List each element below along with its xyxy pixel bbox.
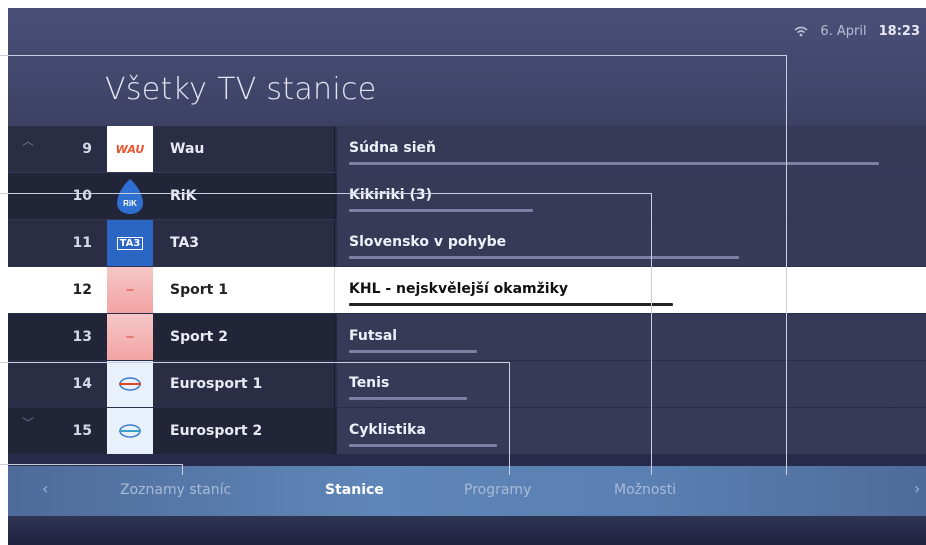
- channel-name: Eurosport 2: [170, 423, 263, 439]
- channel-row[interactable]: ︿ 9 WAU Wau Súdna sieň: [8, 126, 926, 172]
- program-progress: [349, 256, 739, 259]
- channel-logo-eurosport2: [107, 408, 153, 454]
- scroll-down-icon[interactable]: ﹀: [22, 414, 34, 431]
- scroll-up-icon[interactable]: ︿: [22, 132, 34, 149]
- bottom-glow: [8, 516, 926, 545]
- channel-logo-wau: WAU: [107, 126, 153, 172]
- program-progress: [349, 209, 533, 212]
- program-title: Kikiriki (3): [349, 187, 432, 203]
- column-divider: [334, 220, 335, 266]
- column-divider: [334, 267, 335, 313]
- channel-logo-sport2: ━━: [107, 314, 153, 360]
- program-title: Cyklistika: [349, 422, 426, 438]
- column-divider: [334, 126, 335, 172]
- tab-stations[interactable]: Stanice: [325, 482, 384, 498]
- column-divider: [334, 173, 335, 219]
- program-title: Futsal: [349, 328, 398, 344]
- channel-name: RiK: [170, 188, 197, 204]
- program-progress: [349, 162, 879, 165]
- channel-name: TA3: [170, 235, 200, 251]
- sport-logo-mark: ━━: [126, 333, 134, 341]
- channel-number: 9: [82, 141, 92, 157]
- callout-line: [509, 362, 510, 475]
- callout-line: [182, 464, 183, 475]
- top-bar: 6. April 18:23: [8, 8, 926, 58]
- program-progress: [349, 350, 477, 353]
- channel-number: 12: [72, 282, 92, 298]
- tab-station-lists[interactable]: Zoznamy staníc: [120, 482, 231, 498]
- channel-number: 14: [72, 376, 92, 392]
- channel-name: Sport 1: [170, 282, 228, 298]
- channel-logo-rik: RiK: [107, 173, 153, 219]
- channel-number: 13: [72, 329, 92, 345]
- program-title: Slovensko v pohybe: [349, 234, 507, 250]
- program-progress: [349, 397, 467, 400]
- channel-row[interactable]: 11 TA3 TA3 Slovensko v pohybe: [8, 220, 926, 266]
- channel-row[interactable]: 10 RiK RiK Kikiriki (3): [8, 173, 926, 219]
- channel-row[interactable]: ﹀ 15 Eurosport 2 Cyklistika: [8, 408, 926, 454]
- callout-line: [0, 362, 510, 363]
- callout-line: [0, 55, 787, 56]
- channel-name: Eurosport 1: [170, 376, 263, 392]
- channel-row-selected[interactable]: 12 ━━ Sport 1 KHL - nejskvělejší okamžik…: [8, 267, 926, 313]
- tab-programs[interactable]: Programy: [464, 482, 531, 498]
- column-divider: [334, 314, 335, 360]
- channel-logo-eurosport1: [107, 361, 153, 407]
- status-time: 18:23: [878, 24, 920, 39]
- channel-row[interactable]: 13 ━━ Sport 2 Futsal: [8, 314, 926, 360]
- callout-line: [651, 193, 652, 475]
- column-divider: [334, 408, 335, 454]
- channel-number: 11: [72, 235, 92, 251]
- svg-text:RiK: RiK: [123, 199, 137, 208]
- program-title: Tenis: [349, 375, 390, 391]
- channel-name: Wau: [170, 141, 205, 157]
- status-date: 6. April: [820, 24, 867, 39]
- wifi-icon: [794, 26, 808, 37]
- chevron-left-icon[interactable]: ‹: [42, 479, 48, 498]
- channel-number: 15: [72, 423, 92, 439]
- callout-line: [0, 193, 652, 194]
- channel-logo-sport1: ━━: [107, 267, 153, 313]
- callout-line: [0, 464, 183, 465]
- callout-line: [786, 55, 787, 475]
- channel-name: Sport 2: [170, 329, 228, 345]
- column-divider: [334, 361, 335, 407]
- program-cell: [337, 361, 926, 407]
- program-title: Súdna sieň: [349, 140, 436, 156]
- channel-number: 10: [72, 188, 92, 204]
- channel-list: ︿ 9 WAU Wau Súdna sieň 10 RiK RiK Kikiri…: [8, 126, 926, 455]
- channel-logo-ta3: TA3: [107, 220, 153, 266]
- bottom-menu-bar: ‹ Zoznamy staníc Stanice Programy Možnos…: [8, 466, 926, 516]
- channel-row[interactable]: 14 Eurosport 1 Tenis: [8, 361, 926, 407]
- status-area: 6. April 18:23: [794, 24, 920, 39]
- page-title: Všetky TV stanice: [105, 72, 377, 107]
- program-cell: [337, 314, 926, 360]
- tab-options[interactable]: Možnosti: [614, 482, 676, 498]
- program-title: KHL - nejskvělejší okamžiky: [349, 281, 569, 297]
- sport-logo-mark: ━━: [126, 286, 134, 294]
- program-progress: [349, 444, 497, 447]
- chevron-right-icon[interactable]: ›: [914, 479, 920, 498]
- program-progress: [349, 303, 673, 306]
